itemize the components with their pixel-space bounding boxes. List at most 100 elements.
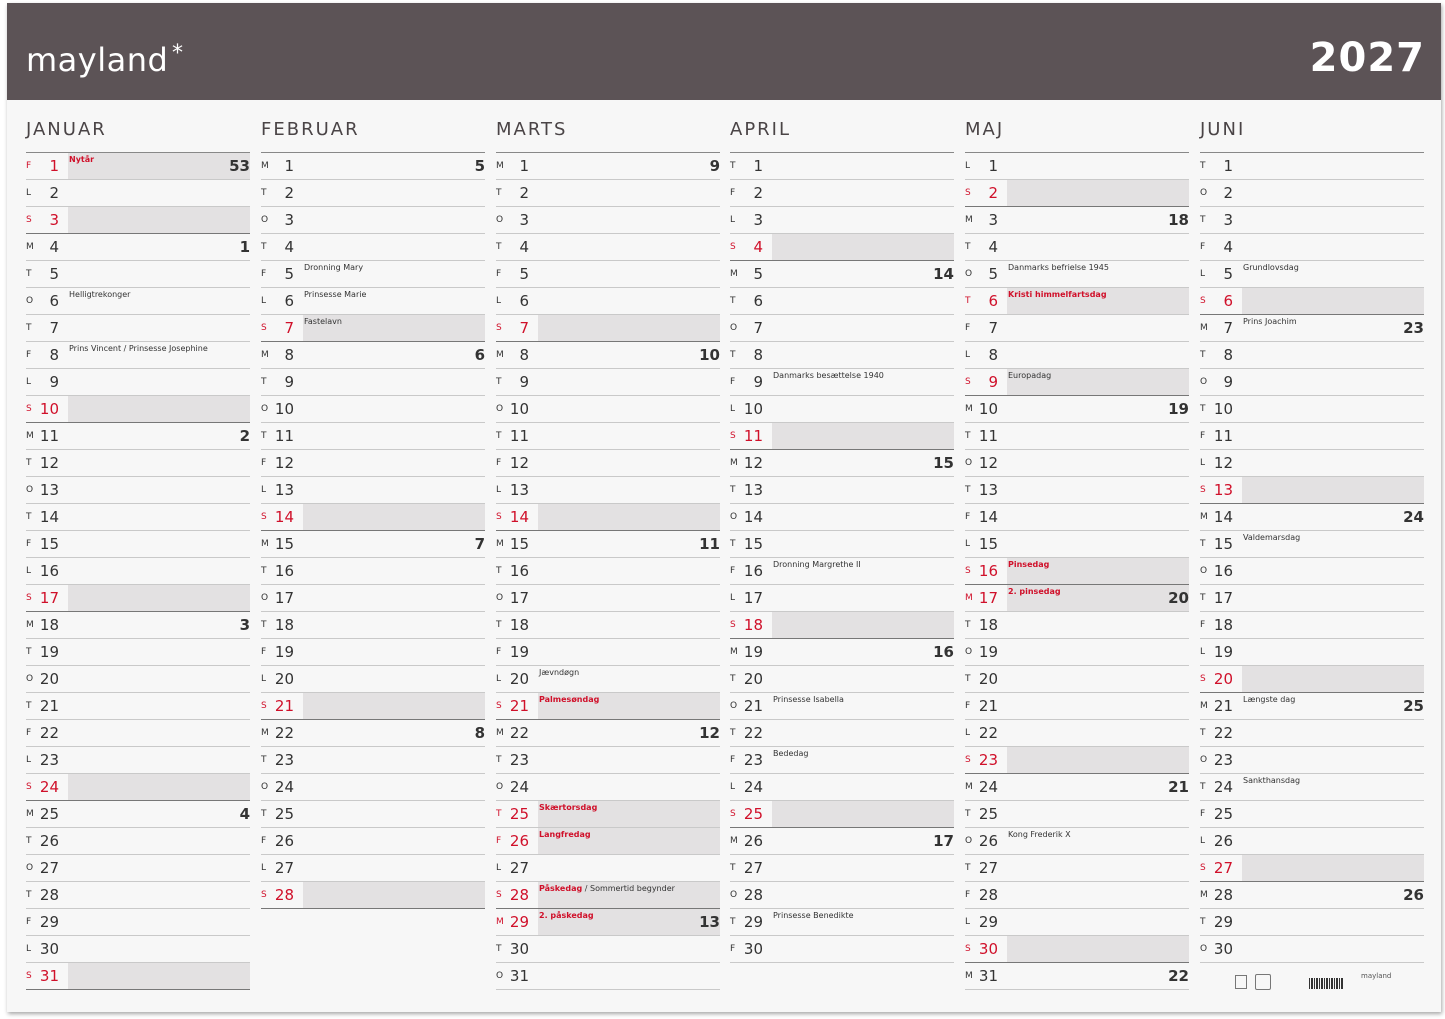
day-number: 29 — [743, 913, 763, 931]
weekday-letter: T — [26, 890, 32, 900]
day-row: L 13 — [496, 477, 720, 504]
weekday-letter: O — [1200, 755, 1208, 765]
day-shade — [1007, 531, 1189, 557]
day-row: S 24 — [26, 774, 250, 801]
day-note: Europadag — [1008, 371, 1051, 380]
weekday-letter: L — [965, 161, 971, 171]
day-shade — [772, 153, 954, 179]
day-number: 25 — [743, 805, 763, 823]
day-row: S 11 — [730, 423, 954, 450]
day-number: 14 — [274, 508, 294, 526]
day-row: M 12 15 — [730, 450, 954, 477]
day-row: O 23 — [1200, 747, 1424, 774]
day-shade — [303, 639, 485, 665]
day-row: T 18 — [496, 612, 720, 639]
weekday-letter: S — [26, 404, 33, 414]
weekday-letter: T — [1200, 404, 1206, 414]
day-note-text: Kong Frederik X — [1008, 830, 1071, 839]
day-number: 28 — [39, 886, 59, 904]
day-note: Prinsesse Benedikte — [773, 911, 854, 920]
weekday-letter: S — [965, 944, 972, 954]
day-row: T 23 — [261, 747, 485, 774]
day-shade — [538, 531, 720, 557]
day-shade — [68, 639, 250, 665]
weekday-letter: T — [730, 863, 736, 873]
weekday-letter: T — [496, 755, 502, 765]
weekday-letter: T — [730, 917, 736, 927]
day-shade — [1242, 342, 1424, 368]
day-number: 3 — [988, 211, 998, 229]
day-shade — [538, 585, 720, 611]
day-shade — [303, 207, 485, 233]
day-shade — [1242, 801, 1424, 827]
day-note: Dronning Margrethe II — [773, 560, 861, 569]
day-row: T 11 — [965, 423, 1189, 450]
day-number: 2 — [1223, 184, 1233, 202]
day-shade — [68, 153, 250, 179]
day-shade — [772, 720, 954, 746]
weekday-letter: S — [1200, 863, 1207, 873]
weekday-letter: F — [26, 161, 32, 171]
day-number: 28 — [743, 886, 763, 904]
day-row: L6 — [496, 288, 720, 315]
day-row: T 13 — [965, 477, 1189, 504]
weekday-letter: L — [1200, 458, 1206, 468]
day-note-text: Dronning Mary — [304, 263, 364, 272]
day-row: M 10 19 — [965, 396, 1189, 423]
day-row: L9 — [26, 369, 250, 396]
day-note-text: Sankthansdag — [1243, 776, 1301, 785]
day-number: 20 — [509, 670, 529, 688]
day-number: 28 — [509, 886, 529, 904]
day-shade — [772, 477, 954, 503]
day-row: O2 — [1200, 180, 1424, 207]
weekday-letter: L — [26, 755, 32, 765]
day-shade — [303, 855, 485, 881]
day-number: 12 — [39, 454, 59, 472]
print-footer: mayland — [1197, 970, 1427, 994]
day-number: 26 — [274, 832, 294, 850]
day-shade — [772, 342, 954, 368]
day-number: 31 — [978, 967, 998, 985]
day-note: 2. påskedag — [539, 911, 594, 920]
day-row: S 10 — [26, 396, 250, 423]
day-number: 4 — [284, 238, 294, 256]
day-row: L 16 — [26, 558, 250, 585]
day-shade — [772, 828, 954, 854]
day-note: Pinsedag — [1008, 560, 1049, 569]
day-row: F 26 — [261, 828, 485, 855]
weekday-letter: T — [1200, 539, 1206, 549]
weekday-letter: F — [965, 512, 971, 522]
week-number: 11 — [699, 535, 720, 553]
day-note: Bededag — [773, 749, 808, 758]
week-number: 10 — [699, 346, 720, 364]
day-number: 23 — [743, 751, 763, 769]
day-shade — [1007, 342, 1189, 368]
day-row: T 18 — [965, 612, 1189, 639]
day-shade — [538, 261, 720, 287]
week-number: 6 — [474, 346, 485, 364]
day-shade — [1007, 666, 1189, 692]
day-number: 13 — [274, 481, 294, 499]
week-number: 23 — [1403, 319, 1424, 337]
day-row: S 30 — [965, 936, 1189, 963]
day-row: S 21 Palmesøndag — [496, 693, 720, 720]
week-number: 15 — [933, 454, 954, 472]
day-number: 23 — [978, 751, 998, 769]
week-number: 22 — [1168, 967, 1189, 985]
weekday-letter: T — [1200, 782, 1206, 792]
day-number: 8 — [753, 346, 763, 364]
weekday-letter: O — [1200, 566, 1208, 576]
day-note-text: Bededag — [773, 749, 809, 758]
day-note-text: Europadag — [1008, 371, 1052, 380]
day-shade — [68, 693, 250, 719]
day-note: Prinsesse Isabella — [773, 695, 844, 704]
day-row: T 27 — [730, 855, 954, 882]
day-number: 26 — [1213, 832, 1233, 850]
day-number: 19 — [509, 643, 529, 661]
day-shade — [1242, 423, 1424, 449]
weekday-letter: L — [1200, 647, 1206, 657]
day-shade — [1242, 234, 1424, 260]
day-shade — [538, 936, 720, 962]
weekday-letter: M — [26, 620, 35, 630]
week-number: 3 — [239, 616, 250, 634]
